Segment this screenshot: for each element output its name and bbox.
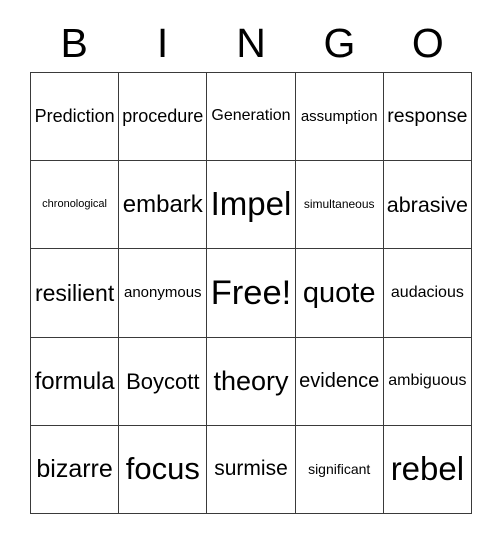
bingo-cell-label: resilient xyxy=(34,279,115,306)
bingo-header-letter-o: O xyxy=(411,19,444,66)
bingo-cell-r4c2[interactable]: Boycott xyxy=(119,337,208,426)
bingo-header-row: BINGO xyxy=(30,14,472,72)
bingo-header-letter-i: I xyxy=(156,19,169,66)
bingo-cell-r5c1[interactable]: bizarre xyxy=(31,425,120,514)
bingo-cell-label: assumption xyxy=(300,107,378,125)
bingo-cell-label: ambiguous xyxy=(388,371,467,389)
bingo-header-letter-g: G xyxy=(323,19,356,66)
bingo-cell-r3c5[interactable]: audacious xyxy=(383,249,472,338)
bingo-grid: Prediction procedure Generation assumption r… xyxy=(30,72,472,514)
bingo-cell-r4c5[interactable]: ambiguous xyxy=(383,337,472,426)
bingo-free-space[interactable]: Free! xyxy=(207,249,296,338)
bingo-cell-label: chronological xyxy=(42,198,107,211)
bingo-cell-r4c1[interactable]: formula xyxy=(31,337,120,426)
bingo-card: B I N G O Prediction procedure Generation assum… xyxy=(0,0,500,544)
bingo-cell-label: Boycott xyxy=(126,368,200,394)
bingo-cell-r1c1[interactable]: Prediction xyxy=(31,73,120,162)
bingo-cell-label: response xyxy=(387,105,468,128)
bingo-cell-r5c2[interactable]: focus xyxy=(119,425,208,514)
bingo-header-letter-n: N xyxy=(236,19,266,66)
bingo-cell-label: Prediction xyxy=(34,106,115,127)
bingo-cell-label: evidence xyxy=(299,369,380,392)
bingo-cell-label: significant xyxy=(308,461,371,478)
bingo-cell-label: focus xyxy=(125,451,200,487)
bingo-cell-label: simultaneous xyxy=(303,197,375,212)
bingo-cell-r1c5[interactable]: response xyxy=(383,73,472,162)
bingo-cell-label: procedure xyxy=(122,106,204,127)
bingo-cell-label: theory xyxy=(213,366,289,397)
bingo-cell-r4c4[interactable]: evidence xyxy=(295,337,384,426)
bingo-cell-label: Generation xyxy=(211,107,291,125)
bingo-cell-r3c4[interactable]: quote xyxy=(295,249,384,338)
bingo-cell-r1c4[interactable]: assumption xyxy=(295,73,384,162)
bingo-cell-label: rebel xyxy=(390,450,465,488)
bingo-header-letter-b: B xyxy=(60,19,88,66)
bingo-cell-r3c2[interactable]: anonymous xyxy=(119,249,208,338)
bingo-cell-r2c5[interactable]: abrasive xyxy=(383,161,472,250)
bingo-cell-label: Impel xyxy=(210,185,292,223)
bingo-cell-r1c2[interactable]: procedure xyxy=(119,73,208,162)
bingo-cell-r5c5[interactable]: rebel xyxy=(383,425,472,514)
bingo-cell-label: formula xyxy=(34,367,115,395)
bingo-cell-label: bizarre xyxy=(36,455,113,484)
bingo-cell-label: abrasive xyxy=(386,192,469,217)
bingo-cell-r4c3[interactable]: theory xyxy=(207,337,296,426)
bingo-cell-label: quote xyxy=(302,276,376,309)
bingo-cell-r2c1[interactable]: chronological xyxy=(31,161,120,250)
bingo-cell-r1c3[interactable]: Generation xyxy=(207,73,296,162)
bingo-cell-r2c4[interactable]: simultaneous xyxy=(295,161,384,250)
bingo-cell-r2c3[interactable]: Impel xyxy=(207,161,296,250)
bingo-cell-r5c3[interactable]: surmise xyxy=(207,425,296,514)
bingo-cell-label: anonymous xyxy=(124,284,202,302)
bingo-cell-r5c4[interactable]: significant xyxy=(295,425,384,514)
bingo-cell-r2c2[interactable]: embark xyxy=(119,161,208,250)
bingo-cell-label: embark xyxy=(122,191,203,219)
bingo-cell-label: audacious xyxy=(390,283,464,301)
bingo-cell-r3c1[interactable]: resilient xyxy=(31,249,120,338)
bingo-cell-label: surmise xyxy=(214,457,288,481)
bingo-cell-label: Free! xyxy=(210,273,292,312)
